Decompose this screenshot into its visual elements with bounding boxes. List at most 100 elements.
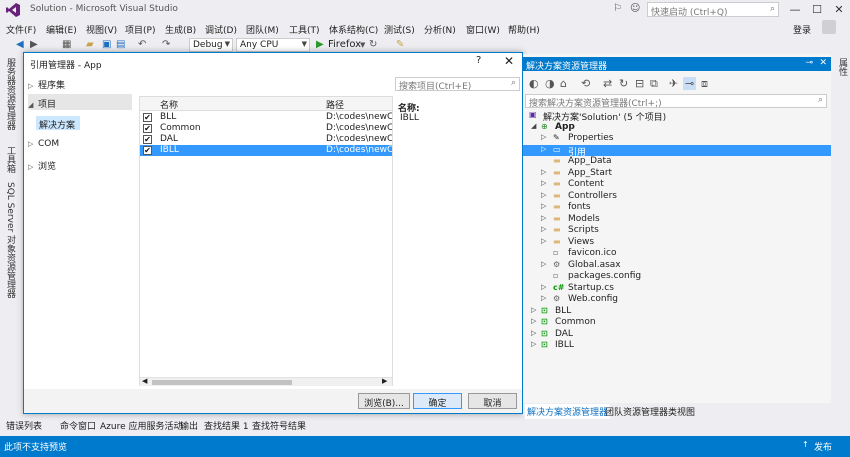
- reference-search-input[interactable]: 搜索项目(Ctrl+E) ⌕: [395, 77, 520, 92]
- save-icon[interactable]: ▣: [102, 39, 111, 50]
- tab-class-view[interactable]: 类视图: [666, 404, 697, 419]
- tree-item[interactable]: ▷ c# Startup.cs: [523, 283, 831, 294]
- new-project-icon[interactable]: ▦: [62, 39, 71, 50]
- tree-item[interactable]: ▷ ▬ Content: [523, 179, 831, 190]
- reference-checkbox[interactable]: ✔: [143, 135, 152, 144]
- refresh-icon[interactable]: ↻: [369, 39, 377, 50]
- tree-item[interactable]: ◢ ⊕ App: [523, 122, 831, 133]
- expand-arrow-icon[interactable]: ▷: [541, 179, 546, 187]
- server-explorer-tab[interactable]: 服务器资源管理器: [4, 58, 17, 130]
- expand-arrow-icon[interactable]: ▷: [541, 283, 546, 291]
- table-row[interactable]: ✔ Common D:\codes\newCod: [140, 123, 392, 134]
- table-row-selected[interactable]: ✔ IBLL D:\codes\newCod: [140, 145, 392, 156]
- reference-checkbox[interactable]: ✔: [143, 113, 152, 122]
- tree-item[interactable]: ▷ ▬ App_Start: [523, 168, 831, 179]
- column-header-name[interactable]: 名称: [160, 98, 178, 111]
- home-icon[interactable]: ⌂: [560, 77, 567, 90]
- tab-azure-activity[interactable]: Azure 应用服务活动: [100, 419, 183, 432]
- menu-project[interactable]: 项目(P): [125, 23, 155, 36]
- expand-arrow-icon[interactable]: ▷: [541, 168, 546, 176]
- tree-item[interactable]: ▷ ⊡ BLL: [523, 306, 831, 317]
- redo-icon[interactable]: ↷: [162, 39, 170, 50]
- menu-build[interactable]: 生成(B): [165, 23, 196, 36]
- sync-icon[interactable]: ⇄: [603, 77, 612, 90]
- menu-debug[interactable]: 调试(D): [205, 23, 237, 36]
- menu-architecture[interactable]: 体系结构(C): [329, 23, 378, 36]
- solution-platform-select[interactable]: Any CPU ▼: [236, 38, 310, 52]
- menu-file[interactable]: 文件(F): [6, 23, 36, 36]
- table-row[interactable]: ✔ DAL D:\codes\newCod: [140, 134, 392, 145]
- tree-item[interactable]: ▷ ▬ Models: [523, 214, 831, 225]
- tree-item[interactable]: ▷ ⊡ DAL: [523, 329, 831, 340]
- ok-button[interactable]: 确定: [413, 393, 462, 409]
- expand-arrow-icon[interactable]: ▷: [541, 145, 546, 153]
- nav-solution[interactable]: 解决方案: [36, 116, 80, 131]
- nav-com[interactable]: ▷ COM: [28, 136, 132, 152]
- expand-arrow-icon[interactable]: ▷: [541, 225, 546, 233]
- expand-arrow-icon[interactable]: ▷: [541, 260, 546, 268]
- tree-item[interactable]: ▫ favicon.ico: [523, 248, 831, 259]
- expand-arrow-icon[interactable]: ▷: [531, 306, 536, 314]
- start-debugging-icon[interactable]: ▶: [316, 39, 324, 50]
- expand-arrow-icon[interactable]: ▷: [531, 329, 536, 337]
- reference-checkbox[interactable]: ✔: [143, 146, 152, 155]
- scroll-left-icon[interactable]: ◀: [142, 377, 147, 385]
- tree-item[interactable]: ▷ ▬ fonts: [523, 202, 831, 213]
- back-icon[interactable]: ◀: [16, 39, 24, 50]
- menu-test[interactable]: 测试(S): [384, 23, 415, 36]
- browse-button[interactable]: 浏览(B)...: [358, 393, 410, 409]
- tree-item[interactable]: ▬ App_Data: [523, 156, 831, 167]
- tree-item[interactable]: ▷ ✎ Properties: [523, 133, 831, 144]
- scrollbar-thumb[interactable]: [152, 380, 292, 385]
- refresh-icon[interactable]: ↻: [619, 77, 628, 90]
- tree-item[interactable]: ▷ ⊡ Common: [523, 317, 831, 328]
- menu-window[interactable]: 窗口(W): [466, 23, 500, 36]
- sql-object-explorer-tab[interactable]: SQL Server 对象资源管理器: [4, 182, 17, 298]
- pin-icon[interactable]: ⊸: [805, 58, 813, 68]
- menu-help[interactable]: 帮助(H): [508, 23, 540, 36]
- reference-checkbox[interactable]: ✔: [143, 124, 152, 133]
- menu-tools[interactable]: 工具(T): [289, 23, 320, 36]
- quick-launch-input[interactable]: 快速启动 (Ctrl+Q) ⌕: [647, 2, 779, 18]
- pending-changes-icon[interactable]: ⟲: [581, 77, 590, 90]
- run-target-label[interactable]: Firefox: [328, 39, 361, 50]
- expand-arrow-icon[interactable]: ▷: [531, 317, 536, 325]
- collapse-arrow-icon[interactable]: ◢: [531, 122, 536, 130]
- open-file-icon[interactable]: ▰: [86, 39, 94, 50]
- tab-solution-explorer[interactable]: 解决方案资源管理器: [525, 404, 611, 419]
- properties-tab[interactable]: 属性: [836, 58, 849, 76]
- expand-arrow-icon[interactable]: ▷: [541, 237, 546, 245]
- help-button[interactable]: ?: [476, 55, 481, 66]
- tab-command-window[interactable]: 命令窗口: [60, 419, 96, 432]
- column-header-path[interactable]: 路径: [326, 98, 344, 111]
- tree-item[interactable]: ▷ ⚙ Web.config: [523, 294, 831, 305]
- feedback-icon[interactable]: ☺: [630, 3, 640, 14]
- nav-projects[interactable]: ◢ 项目: [28, 94, 132, 110]
- expand-arrow-icon[interactable]: ▷: [531, 340, 536, 348]
- expand-arrow-icon[interactable]: ▷: [541, 133, 546, 141]
- tree-item[interactable]: ▫ packages.config: [523, 271, 831, 282]
- menu-analyze[interactable]: 分析(N): [424, 23, 456, 36]
- class-diagram-icon[interactable]: ⧈: [701, 77, 708, 91]
- tree-item[interactable]: ▷ ▬ Scripts: [523, 225, 831, 236]
- avatar[interactable]: [822, 20, 836, 34]
- properties-icon[interactable]: ✈: [669, 77, 678, 90]
- tab-output[interactable]: 输出: [180, 419, 198, 432]
- expand-arrow-icon[interactable]: ▷: [541, 191, 546, 199]
- browser-link-icon[interactable]: ✎: [396, 39, 404, 50]
- nav-assemblies[interactable]: ▷ 程序集: [28, 75, 132, 91]
- forward-icon[interactable]: ◑: [545, 77, 555, 90]
- chevron-down-icon[interactable]: ▼: [360, 41, 365, 49]
- back-icon[interactable]: ◐: [529, 77, 539, 90]
- solution-search-input[interactable]: 搜索解决方案资源管理器(Ctrl+;) ⌕: [525, 94, 827, 109]
- menu-team[interactable]: 团队(M): [246, 23, 279, 36]
- toolbox-tab[interactable]: 工具箱: [4, 146, 17, 173]
- expand-arrow-icon[interactable]: ▷: [541, 202, 546, 210]
- menu-edit[interactable]: 编辑(E): [46, 23, 77, 36]
- close-window-button[interactable]: ✕: [828, 1, 850, 19]
- tree-item-selected[interactable]: ▷ ▭ 引用: [523, 144, 831, 158]
- tab-error-list[interactable]: 错误列表: [6, 419, 42, 432]
- publish-button[interactable]: 发布: [814, 440, 832, 453]
- show-all-files-icon[interactable]: ⧉: [650, 77, 658, 91]
- menu-view[interactable]: 视图(V): [86, 23, 117, 36]
